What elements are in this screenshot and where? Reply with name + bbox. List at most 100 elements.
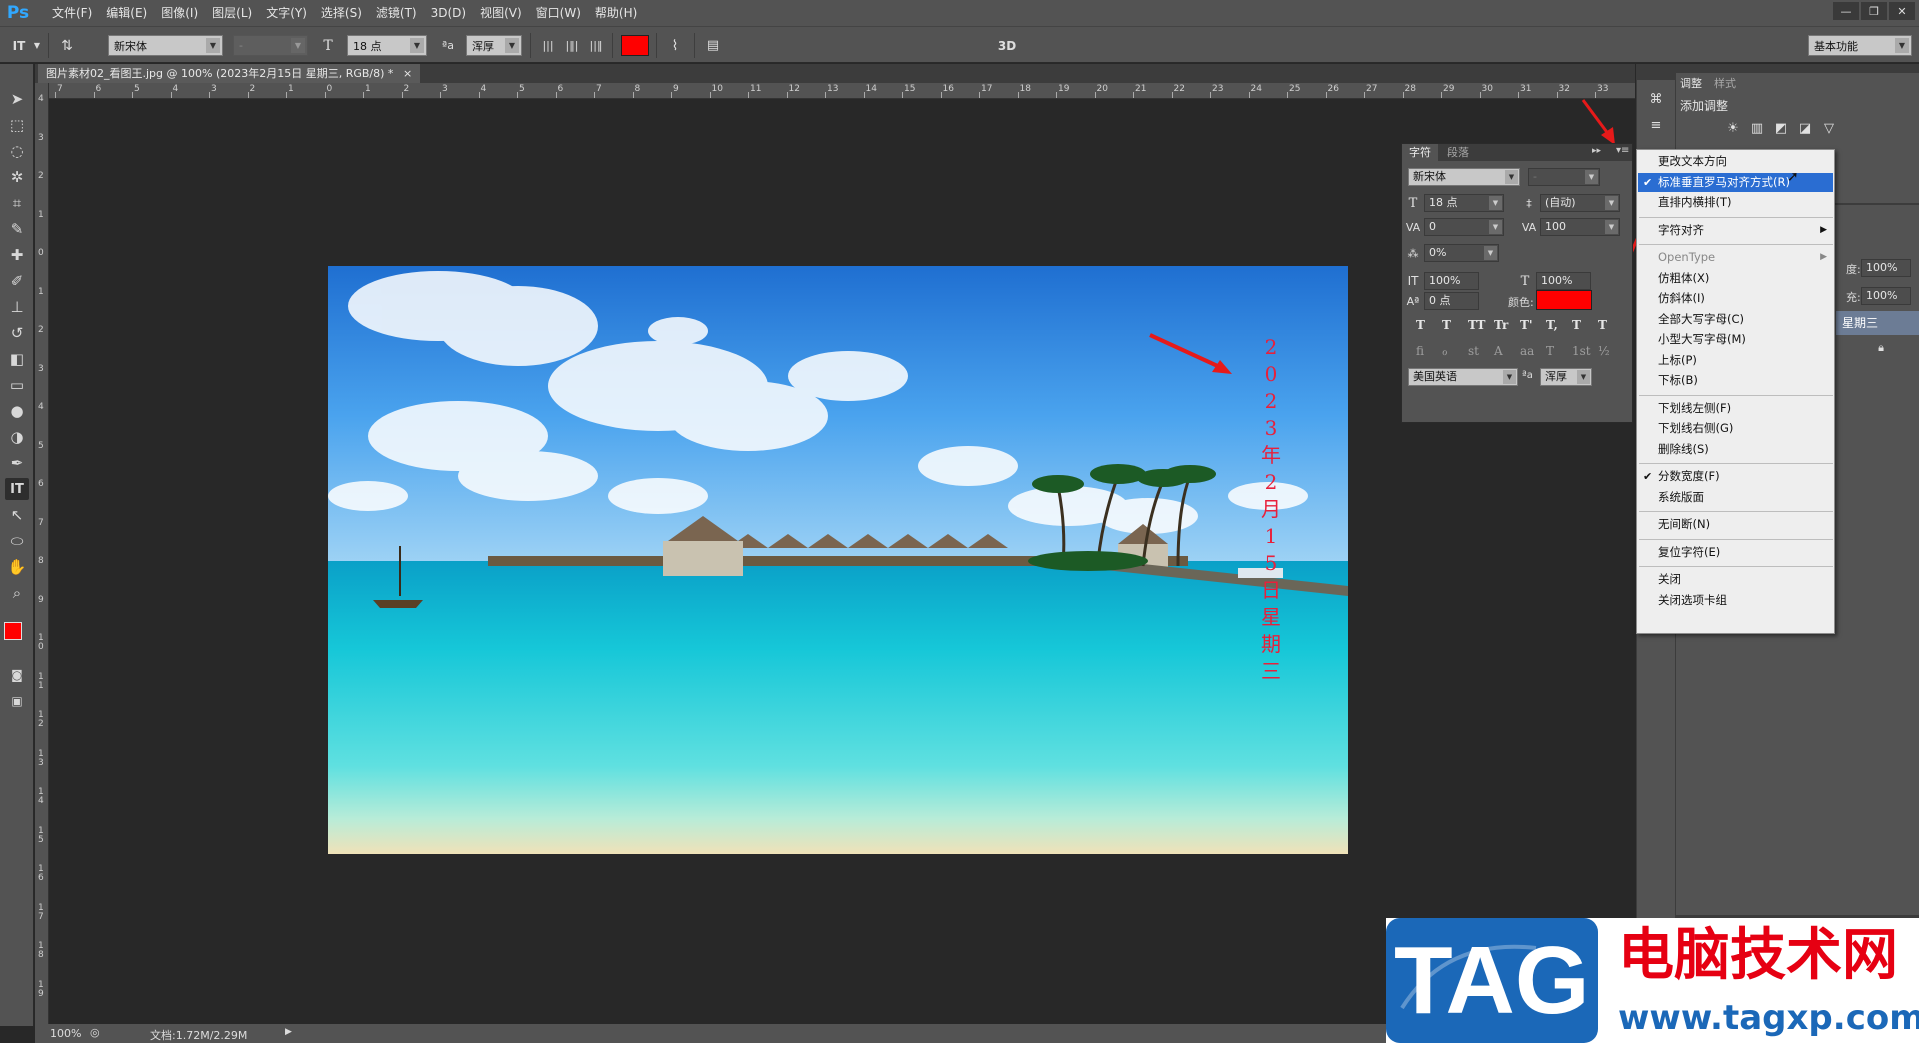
type-style-button[interactable]: T bbox=[1572, 318, 1581, 332]
menu-item[interactable]: 上标(P) bbox=[1638, 351, 1833, 370]
type-style-button[interactable]: TT bbox=[1468, 318, 1485, 332]
align-center-icon[interactable]: |‖| bbox=[562, 35, 582, 56]
opentype-button[interactable]: st bbox=[1468, 344, 1479, 358]
menu-item[interactable]: 滤镜(T) bbox=[369, 0, 424, 26]
char-leading-field[interactable]: (自动) ▼ bbox=[1540, 194, 1620, 212]
marquee-tool-icon[interactable]: ⬚ bbox=[5, 114, 29, 136]
collapse-panel-icon[interactable]: ▸▸ bbox=[1592, 146, 1601, 156]
char-tsume-field[interactable]: 0% ▼ bbox=[1424, 244, 1499, 262]
character-panel-toggle-icon[interactable]: ▤ bbox=[702, 35, 724, 56]
tab-styles[interactable]: 样式 bbox=[1714, 75, 1736, 91]
curves-icon[interactable]: ◩ bbox=[1772, 119, 1790, 137]
properties-panel-icon[interactable]: ≡ bbox=[1647, 116, 1665, 134]
menu-item[interactable]: 视图(V) bbox=[473, 0, 529, 26]
type-style-button[interactable]: T bbox=[1442, 318, 1451, 332]
gradient-tool-icon[interactable]: ▭ bbox=[5, 374, 29, 396]
tool-preset-icon[interactable]: IT bbox=[8, 35, 30, 56]
menu-item[interactable]: 关闭 bbox=[1638, 570, 1833, 589]
exposure-icon[interactable]: ◪ bbox=[1796, 119, 1814, 137]
levels-icon[interactable]: ▥ bbox=[1748, 119, 1766, 137]
font-family-select[interactable]: 新宋体 ▼ bbox=[108, 35, 223, 56]
char-kerning-field[interactable]: 0 ▼ bbox=[1424, 218, 1504, 236]
quick-mask-icon[interactable]: ◙ bbox=[5, 664, 29, 686]
shape-tool-icon[interactable]: ⬭ bbox=[5, 530, 29, 552]
tab-adjustments[interactable]: 调整 bbox=[1680, 75, 1702, 91]
menu-item[interactable]: 更改文本方向 bbox=[1638, 152, 1833, 171]
history-brush-tool-icon[interactable]: ↺ bbox=[5, 322, 29, 344]
restore-button[interactable]: ❐ bbox=[1861, 2, 1887, 20]
brightness-icon[interactable]: ☀ bbox=[1724, 119, 1742, 137]
opentype-button[interactable]: ℴ bbox=[1442, 344, 1448, 358]
opentype-button[interactable]: T bbox=[1546, 344, 1554, 358]
tab-character[interactable]: 字符 bbox=[1402, 144, 1438, 161]
menu-item[interactable]: ✔ 标准垂直罗马对齐方式(R) bbox=[1638, 172, 1833, 192]
char-baseline-field[interactable]: 0 点 bbox=[1424, 292, 1479, 310]
char-size-field[interactable]: 18 点 ▼ bbox=[1424, 194, 1504, 212]
menu-item[interactable]: 图层(L) bbox=[205, 0, 259, 26]
menu-item[interactable]: 小型大写字母(M) bbox=[1638, 330, 1833, 349]
char-style-select[interactable]: - ▼ bbox=[1528, 168, 1600, 186]
path-selection-tool-icon[interactable]: ↖ bbox=[5, 504, 29, 526]
screen-mode-icon[interactable]: ▣ bbox=[5, 690, 29, 712]
panel-menu-icon[interactable]: ▾≡ bbox=[1616, 145, 1629, 156]
history-panel-icon[interactable]: ⌘ bbox=[1647, 90, 1665, 108]
opacity-field[interactable]: 100% bbox=[1861, 259, 1911, 277]
menu-item[interactable]: 选择(S) bbox=[314, 0, 369, 26]
menu-item[interactable]: 复位字符(E) bbox=[1638, 543, 1833, 562]
brush-tool-icon[interactable]: ✐ bbox=[5, 270, 29, 292]
opentype-button[interactable]: A bbox=[1494, 344, 1503, 358]
menu-item[interactable]: 窗口(W) bbox=[529, 0, 588, 26]
menu-item[interactable]: 下划线左侧(F) bbox=[1638, 399, 1833, 418]
type-style-button[interactable]: T' bbox=[1520, 318, 1533, 332]
zoom-tool-icon[interactable]: ⌕ bbox=[5, 582, 29, 604]
foreground-color-swatch[interactable] bbox=[4, 622, 22, 640]
eraser-tool-icon[interactable]: ◧ bbox=[5, 348, 29, 370]
char-tracking-field[interactable]: 100 ▼ bbox=[1540, 218, 1620, 236]
opentype-button[interactable]: aa bbox=[1520, 344, 1534, 358]
gradient-map-icon[interactable]: ▽ bbox=[1820, 119, 1838, 137]
menu-item[interactable]: 仿粗体(X) bbox=[1638, 269, 1833, 288]
blur-tool-icon[interactable]: ● bbox=[5, 400, 29, 422]
type-style-button[interactable]: T, bbox=[1546, 318, 1558, 332]
zoom-level[interactable]: 100% bbox=[50, 1027, 81, 1040]
tab-paragraph[interactable]: 段落 bbox=[1440, 144, 1476, 161]
menu-item[interactable]: 字符对齐 ▶ bbox=[1638, 221, 1833, 240]
font-size-select[interactable]: 18 点 ▼ bbox=[347, 35, 427, 56]
pen-tool-icon[interactable]: ✒ bbox=[5, 452, 29, 474]
menu-item[interactable]: 下标(B) bbox=[1638, 371, 1833, 390]
menu-item[interactable]: 删除线(S) bbox=[1638, 440, 1833, 459]
font-style-select[interactable]: - ▼ bbox=[233, 35, 308, 56]
align-top-icon[interactable]: ||| bbox=[538, 35, 558, 56]
move-tool-icon[interactable]: ➤ bbox=[5, 88, 29, 110]
healing-brush-tool-icon[interactable]: ✚ bbox=[5, 244, 29, 266]
text-color-swatch[interactable] bbox=[621, 35, 649, 56]
menu-item[interactable]: 直排内横排(T) bbox=[1638, 193, 1833, 212]
crop-tool-icon[interactable]: ⌗ bbox=[5, 192, 29, 214]
char-vscale-field[interactable]: 100% bbox=[1424, 272, 1479, 290]
tool-preset-caret[interactable]: ▼ bbox=[32, 35, 42, 56]
vertical-type-tool-icon[interactable]: IT bbox=[5, 478, 29, 500]
close-tab-icon[interactable]: × bbox=[403, 67, 412, 80]
lasso-tool-icon[interactable]: ◌ bbox=[5, 140, 29, 162]
type-style-button[interactable]: T bbox=[1598, 318, 1607, 332]
status-menu-caret-icon[interactable]: ▶ bbox=[285, 1027, 292, 1037]
menu-item[interactable]: 编辑(E) bbox=[99, 0, 154, 26]
char-font-select[interactable]: 新宋体 ▼ bbox=[1408, 168, 1520, 186]
hand-tool-icon[interactable]: ✋ bbox=[5, 556, 29, 578]
document-tab[interactable]: 图片素材02_看图王.jpg @ 100% (2023年2月15日 星期三, R… bbox=[38, 64, 421, 83]
menu-item[interactable]: 系统版面 bbox=[1638, 488, 1833, 507]
menu-item[interactable]: 3D(D) bbox=[424, 0, 473, 26]
text-orientation-toggle-icon[interactable]: ⇅ bbox=[55, 35, 79, 56]
char-anti-alias-select[interactable]: 浑厚 ▼ bbox=[1540, 368, 1592, 386]
menu-item[interactable]: 帮助(H) bbox=[588, 0, 644, 26]
menu-item[interactable]: 无间断(N) bbox=[1638, 515, 1833, 534]
menu-item[interactable]: 下划线右侧(G) bbox=[1638, 419, 1833, 438]
menu-item[interactable]: 仿斜体(I) bbox=[1638, 289, 1833, 308]
language-select[interactable]: 美国英语 ▼ bbox=[1408, 368, 1518, 386]
layer-row-selected[interactable]: 星期三 bbox=[1836, 311, 1919, 335]
warp-text-icon[interactable]: ⌇ bbox=[664, 35, 686, 56]
opentype-button[interactable]: 1st bbox=[1572, 344, 1591, 358]
char-color-swatch[interactable] bbox=[1536, 290, 1592, 310]
menu-item[interactable]: 文字(Y) bbox=[259, 0, 314, 26]
minimize-button[interactable]: — bbox=[1833, 2, 1859, 20]
